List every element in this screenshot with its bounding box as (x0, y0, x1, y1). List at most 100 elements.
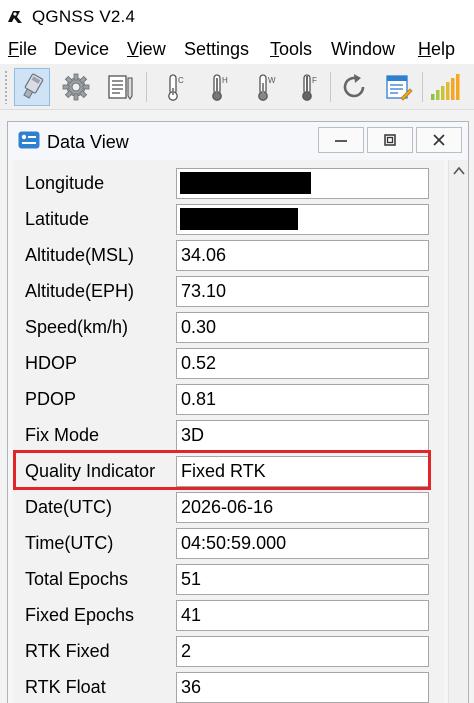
date-utc-value[interactable]: 2026-06-16 (176, 492, 429, 523)
redaction-block (180, 172, 311, 194)
longitude-value[interactable] (176, 168, 429, 199)
thermometer-hot-icon: H (212, 74, 228, 101)
data-row-altitude-eph: Altitude(EPH) 73.10 (13, 274, 444, 310)
altitude-msl-value[interactable]: 34.06 (176, 240, 429, 271)
gear-icon (62, 73, 90, 101)
refresh-button[interactable] (336, 68, 372, 106)
close-button[interactable] (416, 127, 462, 153)
rtk-float-value[interactable]: 36 (176, 672, 429, 703)
fixed-epochs-value[interactable]: 41 (176, 600, 429, 631)
data-row-date-utc: Date(UTC) 2026-06-16 (13, 490, 444, 526)
data-row-speed: Speed(km/h) 0.30 (13, 310, 444, 346)
mdi-area: Data View Longitude Latitude Altitude(MS… (0, 110, 474, 703)
full-start-button[interactable]: F (290, 68, 326, 106)
serial-port-button[interactable] (14, 68, 50, 106)
signal-button[interactable] (428, 68, 464, 106)
row-label: Time(UTC) (25, 533, 114, 553)
hot-start-button[interactable]: H (200, 68, 236, 106)
scroll-up-button[interactable] (449, 160, 469, 182)
data-row-hdop: HDOP 0.52 (13, 346, 444, 382)
row-label: HDOP (25, 353, 78, 373)
quality-indicator-value[interactable]: Fixed RTK (176, 456, 429, 487)
minimize-icon (335, 140, 347, 142)
data-row-rtk-fixed: RTK Fixed 2 (13, 634, 444, 670)
row-label: Fixed Epochs (25, 605, 135, 625)
serial-port-icon (23, 73, 44, 99)
svg-text:F: F (312, 76, 317, 85)
svg-text:W: W (268, 76, 276, 85)
vertical-scrollbar[interactable] (448, 160, 468, 703)
data-view-window: Data View Longitude Latitude Altitude(MS… (7, 121, 469, 703)
svg-text:C: C (178, 76, 184, 85)
menu-view[interactable]: View (127, 38, 166, 60)
data-row-latitude: Latitude (13, 202, 444, 238)
row-label: RTK Fixed (25, 641, 110, 661)
row-label: Longitude (25, 173, 105, 193)
row-label: Altitude(EPH) (25, 281, 135, 301)
row-label: Date(UTC) (25, 497, 113, 517)
cold-start-button[interactable]: C (156, 68, 192, 106)
menu-bar: File Device View Settings Tools Window H… (0, 34, 474, 64)
thermometer-warm-icon: W (258, 74, 276, 101)
row-label: Speed(km/h) (25, 317, 129, 337)
data-view-titlebar[interactable]: Data View (8, 122, 468, 160)
speed-value[interactable]: 0.30 (176, 312, 429, 343)
data-row-time-utc: Time(UTC) 04:50:59.000 (13, 526, 444, 562)
log-editor-button[interactable] (380, 68, 416, 106)
svg-text:H: H (222, 76, 228, 85)
toolbar: C H W F (0, 64, 474, 110)
qgnss-app: QGNSS V2.4 File Device View Settings Too… (0, 0, 474, 703)
menu-file[interactable]: File (8, 38, 37, 60)
row-label: Quality Indicator (25, 461, 156, 481)
data-row-quality-indicator: Quality Indicator Fixed RTK (13, 454, 444, 490)
altitude-eph-value[interactable]: 73.10 (176, 276, 429, 307)
menu-tools[interactable]: Tools (270, 38, 312, 60)
rtk-fixed-value[interactable]: 2 (176, 636, 429, 667)
toolbar-separator (146, 72, 147, 102)
data-row-rtk-float: RTK Float 36 (13, 670, 444, 703)
thermometer-full-icon: F (302, 74, 317, 101)
settings-button[interactable] (58, 68, 94, 106)
data-view-content: Longitude Latitude Altitude(MSL) 34.06 A… (8, 160, 448, 703)
document-edit-icon (386, 75, 413, 101)
pdop-value[interactable]: 0.81 (176, 384, 429, 415)
menu-settings[interactable]: Settings (184, 38, 249, 60)
row-label: RTK Float (25, 677, 106, 697)
qgnss-logo-icon (8, 11, 22, 23)
total-epochs-value[interactable]: 51 (176, 564, 429, 595)
data-row-pdop: PDOP 0.81 (13, 382, 444, 418)
notes-icon (108, 75, 133, 100)
hdop-value[interactable]: 0.52 (176, 348, 429, 379)
data-row-longitude: Longitude (13, 166, 444, 202)
menu-help[interactable]: Help (418, 38, 455, 60)
signal-bars-icon (431, 74, 460, 100)
data-view-title: Data View (47, 132, 129, 152)
fix-mode-value[interactable]: 3D (176, 420, 429, 451)
row-label: Total Epochs (25, 569, 129, 589)
toolbar-separator (330, 72, 331, 102)
app-title: QGNSS V2.4 (32, 7, 136, 26)
data-row-total-epochs: Total Epochs 51 (13, 562, 444, 598)
time-utc-value[interactable]: 04:50:59.000 (176, 528, 429, 559)
toolbar-separator (422, 72, 423, 102)
chevron-up-icon (453, 166, 465, 175)
refresh-icon (343, 74, 365, 98)
restore-button[interactable] (367, 127, 413, 153)
menu-window[interactable]: Window (331, 38, 395, 60)
row-label: Latitude (25, 209, 90, 229)
data-view-icon (18, 131, 40, 149)
warm-start-button[interactable]: W (246, 68, 282, 106)
data-row-fixed-epochs: Fixed Epochs 41 (13, 598, 444, 634)
notes-button[interactable] (102, 68, 138, 106)
toolbar-grip[interactable] (4, 70, 8, 104)
row-label: Altitude(MSL) (25, 245, 135, 265)
row-label: PDOP (25, 389, 77, 409)
thermometer-cold-icon: C (168, 74, 184, 101)
row-label: Fix Mode (25, 425, 100, 445)
latitude-value[interactable] (176, 204, 429, 235)
minimize-button[interactable] (318, 127, 364, 153)
data-row-altitude-msl: Altitude(MSL) 34.06 (13, 238, 444, 274)
redaction-block (180, 208, 298, 230)
menu-device[interactable]: Device (54, 38, 109, 60)
data-row-fix-mode: Fix Mode 3D (13, 418, 444, 454)
